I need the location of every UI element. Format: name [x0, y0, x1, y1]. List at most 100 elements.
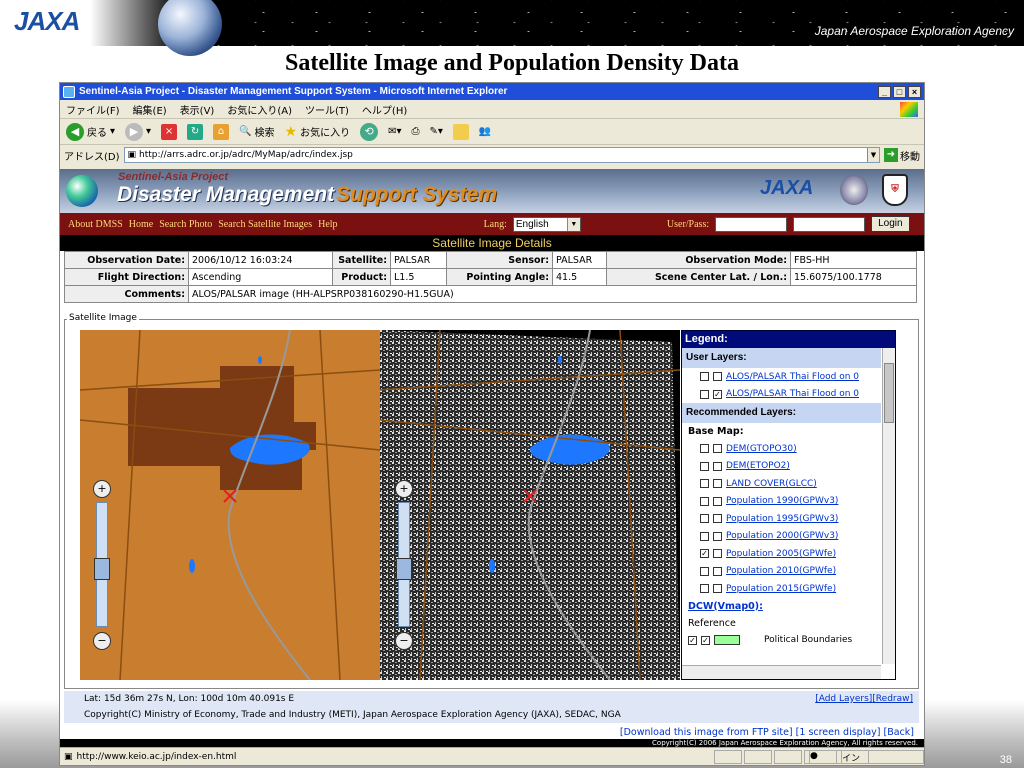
address-dropdown-icon[interactable]: ▼ [867, 148, 879, 162]
print-icon[interactable]: ⎙ [411, 126, 419, 137]
username-input[interactable] [715, 216, 788, 232]
close-button[interactable]: × [908, 85, 921, 98]
layer-select-checkbox[interactable] [713, 549, 722, 559]
layer-select-checkbox[interactable] [713, 479, 722, 489]
zoom-slider-track[interactable] [94, 502, 110, 627]
zoom-in-icon[interactable]: + [395, 480, 413, 498]
minimize-button[interactable]: _ [878, 85, 891, 98]
layer-visible-checkbox[interactable] [700, 389, 709, 399]
base-layer-link[interactable]: LAND COVER(GLCC) [726, 479, 817, 489]
forward-button[interactable]: ▶ ▾ [125, 122, 151, 141]
menu-edit[interactable]: 編集(E) [133, 102, 167, 117]
password-input[interactable] [793, 216, 866, 232]
user-layer-link[interactable]: ALOS/PALSAR Thai Flood on 0 [726, 389, 859, 399]
menu-view[interactable]: 表示(V) [180, 102, 215, 117]
scrollbar-thumb[interactable] [884, 363, 894, 423]
layer-select-checkbox[interactable]: ✓ [701, 635, 710, 645]
legend-horizontal-scrollbar[interactable] [682, 665, 881, 679]
layer-visible-checkbox[interactable] [700, 444, 709, 454]
back-button[interactable]: ◀ 戻る ▾ [66, 122, 115, 141]
mail-icon[interactable]: ✉▾ [388, 126, 401, 137]
pointing-angle-value: 41.5 [552, 268, 607, 286]
nav-search-satellite[interactable]: Search Satellite Images [218, 219, 312, 230]
base-layer-link[interactable]: DEM(GTOPO30) [726, 444, 797, 454]
back-link[interactable]: [Back] [884, 727, 914, 738]
layer-select-checkbox[interactable] [713, 531, 722, 541]
dcw-link[interactable]: DCW(Vmap0): [682, 598, 881, 615]
base-layer-link[interactable]: Population 2015(GPWfe) [726, 584, 836, 594]
user-layer-link[interactable]: ALOS/PALSAR Thai Flood on 0 [726, 372, 859, 382]
nav-search-photo[interactable]: Search Photo [159, 219, 212, 230]
maximize-button[interactable]: □ [893, 85, 906, 98]
menu-favorites[interactable]: お気に入り(A) [227, 102, 292, 117]
language-select[interactable]: English ▼ [512, 216, 581, 232]
base-layer-link[interactable]: Population 2005(GPWfe) [726, 549, 836, 559]
menu-tools[interactable]: ツール(T) [305, 102, 349, 117]
layer-visible-checkbox[interactable] [700, 584, 709, 594]
layer-visible-checkbox[interactable] [700, 531, 709, 541]
nav-help[interactable]: Help [318, 219, 337, 230]
base-layer-row: Population 2000(GPWv3) [682, 528, 881, 546]
map-viewer[interactable]: + − + − [80, 330, 680, 680]
globe-icon [66, 175, 98, 207]
favorites-button[interactable]: ★ お気に入り [285, 124, 351, 140]
layer-select-checkbox[interactable] [713, 461, 722, 471]
layer-visible-checkbox[interactable] [700, 461, 709, 471]
redraw-link[interactable]: [Redraw] [872, 694, 913, 704]
edit-icon[interactable]: ✎▾ [429, 126, 442, 137]
lang-label: Lang: [483, 218, 507, 230]
history-icon[interactable]: ⟲ [360, 122, 379, 141]
language-value: English [515, 218, 549, 230]
base-layer-row: Population 1990(GPWv3) [682, 493, 881, 511]
home-icon[interactable]: ⌂ [213, 123, 230, 140]
layer-visible-checkbox[interactable] [700, 372, 709, 382]
menu-help[interactable]: ヘルプ(H) [362, 102, 407, 117]
add-layers-link[interactable]: [Add Layers] [815, 694, 872, 704]
base-layer-link[interactable]: Population 1990(GPWv3) [726, 496, 838, 506]
layer-select-checkbox[interactable]: ✓ [713, 389, 722, 399]
layer-select-checkbox[interactable] [713, 444, 722, 454]
layer-visible-checkbox[interactable] [700, 514, 709, 524]
address-input[interactable]: ▣ http://arrs.adrc.or.jp/adrc/MyMap/adrc… [123, 147, 880, 163]
product-label: Product: [332, 268, 391, 286]
base-layer-link[interactable]: DEM(ETOPO2) [726, 461, 790, 471]
legend-vertical-scrollbar[interactable] [882, 348, 895, 664]
dmss-title-part2: Support System [336, 183, 498, 206]
search-button[interactable]: 🔍 検索 [239, 124, 274, 139]
refresh-icon[interactable]: ↻ [187, 123, 204, 140]
zoom-out-icon[interactable]: − [93, 632, 111, 650]
messenger-icon[interactable]: 👥 [479, 126, 491, 137]
zoom-out-icon[interactable]: − [395, 632, 413, 650]
download-ftp-link[interactable]: [Download this image from FTP site] [620, 727, 793, 738]
layer-select-checkbox[interactable] [713, 514, 722, 524]
layer-visible-checkbox[interactable]: ✓ [700, 549, 709, 559]
go-button[interactable]: ➜ 移動 [884, 148, 920, 163]
jaxa-banner-logo: JAXA [760, 177, 814, 199]
layer-visible-checkbox[interactable]: ✓ [688, 635, 697, 645]
base-layer-link[interactable]: Population 2000(GPWv3) [726, 531, 838, 541]
base-layer-link[interactable]: Population 2010(GPWfe) [726, 566, 836, 576]
zoom-slider-track[interactable] [396, 502, 412, 627]
layer-select-checkbox[interactable] [713, 584, 722, 594]
layer-visible-checkbox[interactable] [700, 566, 709, 576]
map-image[interactable] [80, 330, 680, 680]
zoom-slider-thumb[interactable] [94, 558, 110, 580]
search-icon: 🔍 [239, 126, 252, 137]
nav-home[interactable]: Home [129, 219, 153, 230]
base-layer-link[interactable]: Population 1995(GPWv3) [726, 514, 838, 524]
layer-select-checkbox[interactable] [713, 496, 722, 506]
layer-visible-checkbox[interactable] [700, 496, 709, 506]
zoom-slider-thumb[interactable] [396, 558, 412, 580]
layer-visible-checkbox[interactable] [700, 479, 709, 489]
folder-icon[interactable] [452, 123, 469, 140]
one-screen-link[interactable]: [1 screen display] [796, 727, 881, 738]
address-label: アドレス(D) [64, 151, 120, 163]
zoom-in-icon[interactable]: + [93, 480, 111, 498]
stop-icon[interactable]: × [161, 123, 178, 140]
zoom-control-left: + − [90, 480, 114, 650]
login-button[interactable]: Login [871, 216, 910, 232]
layer-select-checkbox[interactable] [713, 372, 722, 382]
layer-select-checkbox[interactable] [713, 566, 722, 576]
nav-about[interactable]: About DMSS [68, 219, 123, 230]
menu-file[interactable]: ファイル(F) [66, 102, 120, 117]
